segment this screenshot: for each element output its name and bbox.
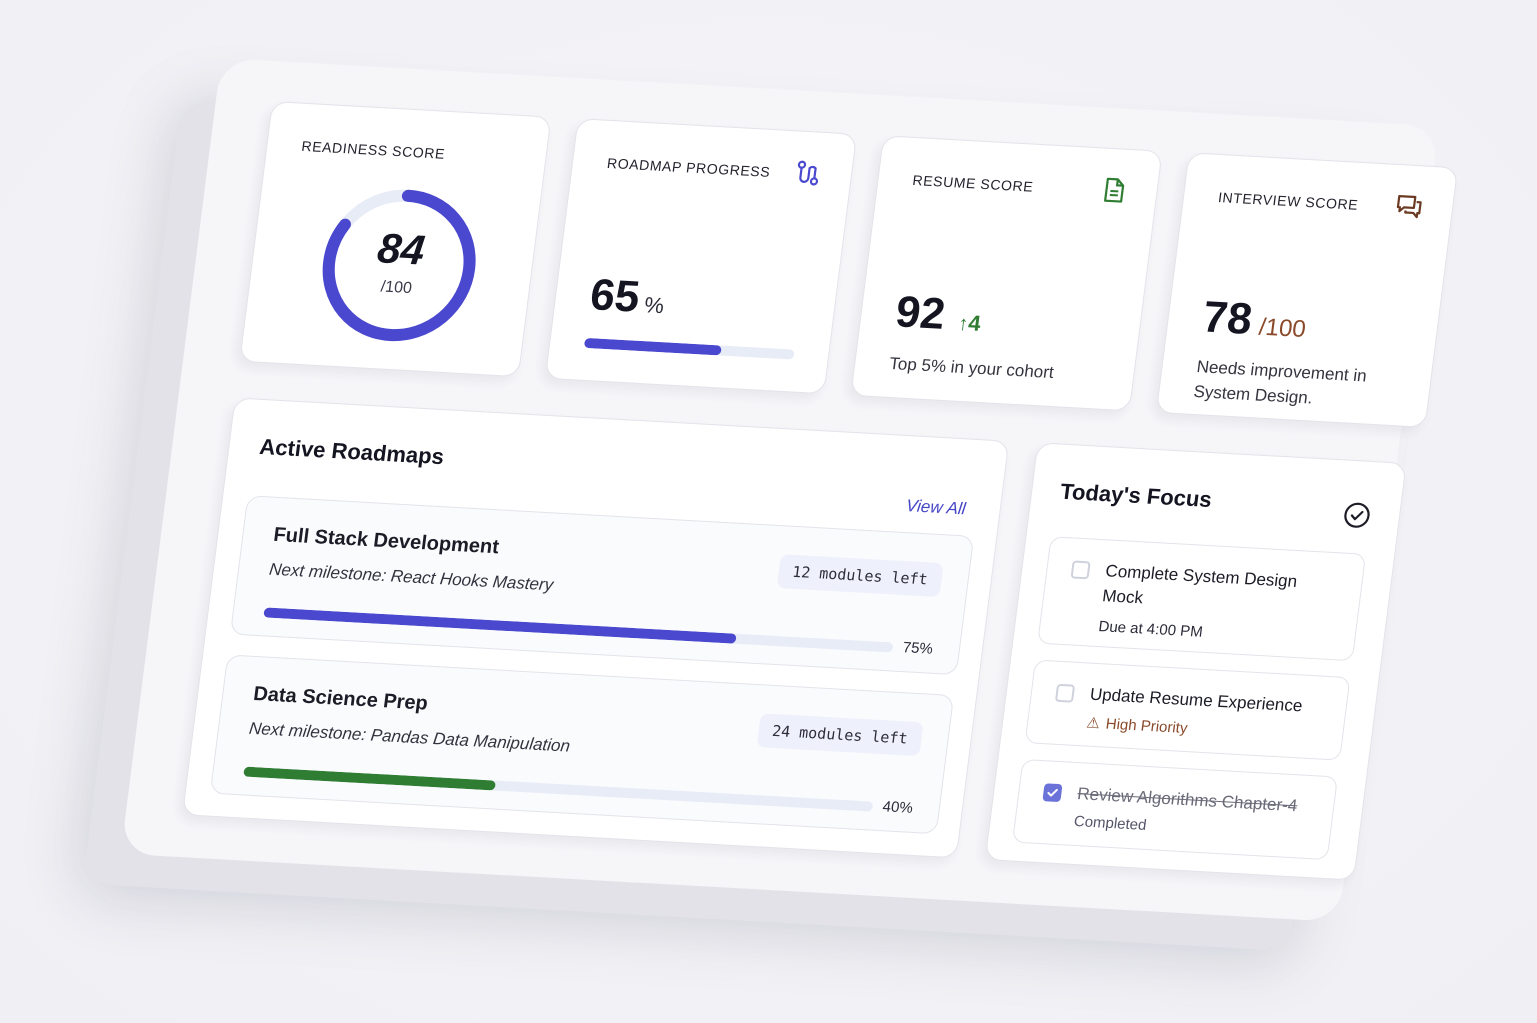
roadmap-name: Data Science Prep xyxy=(252,682,430,715)
task-due: Due at 4:00 PM xyxy=(1097,618,1204,641)
roadmap-progress-fill xyxy=(243,766,496,791)
roadmap-item-data-science[interactable]: Data Science Prep Next milestone: Pandas… xyxy=(209,654,955,835)
task-status: Completed xyxy=(1072,812,1148,834)
roadmap-progress-unit: % xyxy=(642,292,666,319)
chat-bubbles-icon xyxy=(1392,191,1426,223)
todays-focus-card: Today's Focus Complete System Design Moc… xyxy=(984,442,1407,881)
resume-score-card[interactable]: RESUME SCORE 92 ↑4 Top 5% in your cohort xyxy=(850,135,1163,412)
modules-left-badge: 24 modules left xyxy=(756,713,924,757)
interview-score-max: /100 xyxy=(1257,313,1308,344)
task-title: Review Algorithms Chapter-4 xyxy=(1076,784,1299,816)
roadmap-item-full-stack[interactable]: Full Stack Development Next milestone: R… xyxy=(229,495,975,676)
task-item[interactable]: Update Resume Experience ⚠ High Priority xyxy=(1024,659,1351,761)
readiness-score-card[interactable]: READINESS SCORE 84 /100 xyxy=(239,101,552,378)
active-roadmaps-title: Active Roadmaps xyxy=(258,433,446,470)
modules-left-badge: 12 modules left xyxy=(776,554,944,598)
roadmap-progress-card[interactable]: ROADMAP PROGRESS 65% xyxy=(544,118,858,395)
roadmap-percent: 75% xyxy=(901,639,934,658)
stage: READINESS SCORE 84 /100 ROADMAP PROGRESS xyxy=(0,0,1537,1023)
task-checkbox-checked[interactable] xyxy=(1042,783,1063,803)
resume-score-value-row: 92 ↑4 xyxy=(893,287,985,342)
interview-score-title: INTERVIEW SCORE xyxy=(1217,189,1360,213)
readiness-score-title: READINESS SCORE xyxy=(300,137,447,162)
task-title: Complete System Design Mock xyxy=(1101,561,1299,608)
roadmap-progress-track xyxy=(263,607,894,653)
warning-icon: ⚠ xyxy=(1085,714,1101,733)
resume-score-value: 92 xyxy=(892,287,948,339)
task-checkbox[interactable] xyxy=(1070,560,1091,580)
interview-score-value: 78 xyxy=(1199,292,1256,344)
resume-score-note: Top 5% in your cohort xyxy=(888,353,1055,383)
view-all-link[interactable]: View All xyxy=(905,496,967,519)
task-title: Update Resume Experience xyxy=(1088,684,1304,716)
roadmap-progress-value: 65 xyxy=(587,270,643,322)
document-icon xyxy=(1097,174,1131,206)
task-item[interactable]: Review Algorithms Chapter-4 Completed xyxy=(1011,758,1339,861)
task-priority: ⚠ High Priority xyxy=(1085,714,1188,738)
readiness-ring: 84 /100 xyxy=(307,179,491,351)
route-icon xyxy=(791,157,825,189)
roadmap-progress-bar xyxy=(583,337,795,360)
interview-score-note: Needs improvement in System Design. xyxy=(1192,357,1368,408)
interview-score-value-row: 78/100 xyxy=(1200,292,1310,348)
roadmap-milestone: Next milestone: Pandas Data Manipulation xyxy=(247,718,572,756)
resume-score-title: RESUME SCORE xyxy=(911,171,1035,195)
roadmap-progress-title: ROADMAP PROGRESS xyxy=(606,154,772,180)
roadmap-progress-value-row: 65% xyxy=(587,270,668,324)
resume-score-delta: 4 xyxy=(966,310,983,336)
roadmap-progress-fill xyxy=(263,607,737,644)
task-priority-label: High Priority xyxy=(1104,715,1189,738)
roadmap-progress-track xyxy=(243,766,874,812)
readiness-score-value: 84 xyxy=(374,224,428,274)
roadmap-percent: 40% xyxy=(881,798,914,817)
task-checkbox[interactable] xyxy=(1054,683,1076,703)
roadmap-progress-bar-fill xyxy=(583,337,722,356)
roadmap-name: Full Stack Development xyxy=(272,523,501,559)
active-roadmaps-card: Active Roadmaps View All Full Stack Deve… xyxy=(181,397,1010,859)
todays-focus-title: Today's Focus xyxy=(1058,478,1214,513)
dashboard-board: READINESS SCORE 84 /100 ROADMAP PROGRESS xyxy=(120,58,1459,922)
check-circle-icon[interactable] xyxy=(1341,501,1372,530)
interview-score-card[interactable]: INTERVIEW SCORE 78/100 Needs improvement… xyxy=(1155,152,1459,428)
roadmap-milestone: Next milestone: React Hooks Mastery xyxy=(268,559,555,595)
checkmark-icon xyxy=(1047,788,1058,797)
task-item[interactable]: Complete System Design Mock Due at 4:00 … xyxy=(1037,536,1367,662)
